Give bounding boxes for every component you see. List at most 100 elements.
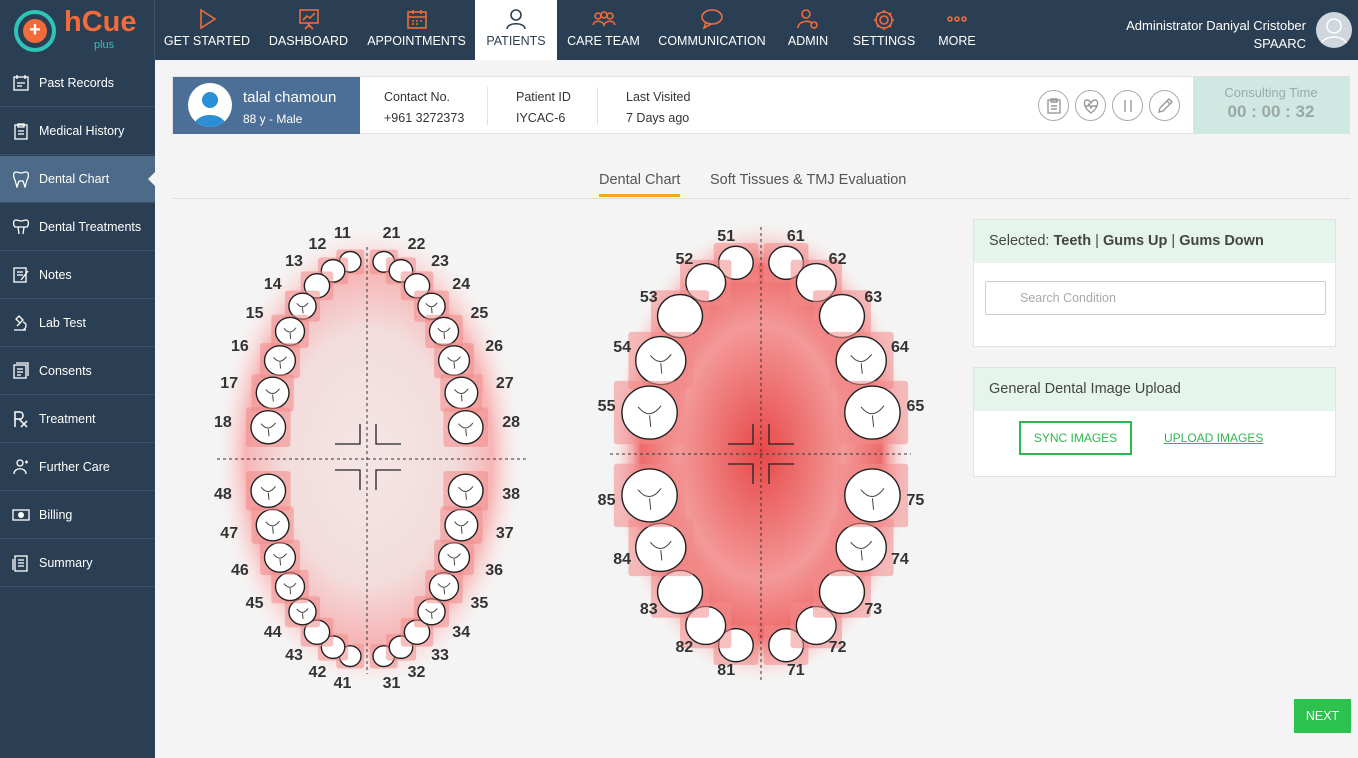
tooth-number-52[interactable]: 52 [676,251,694,269]
tooth-number-22[interactable]: 22 [408,236,426,254]
tooth-number-45[interactable]: 45 [246,595,264,613]
tooth-number-44[interactable]: 44 [264,624,282,642]
tooth-38[interactable] [447,473,484,509]
tooth-53[interactable] [656,293,704,339]
tooth-number-26[interactable]: 26 [485,338,503,356]
nav-get-started[interactable]: GET STARTED [157,0,257,60]
tooth-number-84[interactable]: 84 [613,551,631,569]
tooth-number-85[interactable]: 85 [598,492,616,510]
tooth-85[interactable] [621,468,678,523]
tooth-number-81[interactable]: 81 [717,662,735,680]
tooth-number-75[interactable]: 75 [907,492,925,510]
tooth-47[interactable] [255,508,290,542]
tooth-number-33[interactable]: 33 [431,647,449,665]
heart-rate-icon[interactable] [1075,90,1106,121]
tooth-48[interactable] [250,473,287,509]
tooth-number-48[interactable]: 48 [214,486,232,504]
tooth-number-32[interactable]: 32 [408,664,426,682]
tooth-35[interactable] [428,572,460,602]
tooth-number-62[interactable]: 62 [829,251,847,269]
tooth-number-42[interactable]: 42 [309,664,327,682]
clipboard-action-icon[interactable] [1038,90,1069,121]
tooth-number-24[interactable]: 24 [452,276,470,294]
nav-admin[interactable]: ADMIN [777,0,839,60]
tooth-number-34[interactable]: 34 [452,624,470,642]
tooth-number-51[interactable]: 51 [717,228,735,246]
tooth-73[interactable] [818,569,866,615]
nav-appointments[interactable]: APPOINTMENTS [360,0,473,60]
tooth-45[interactable] [274,572,306,602]
sidebar-item-lab-test[interactable]: Lab Test [0,300,155,347]
next-button[interactable]: NEXT [1294,699,1351,733]
tooth-number-71[interactable]: 71 [787,662,805,680]
sidebar-item-notes[interactable]: Notes [0,252,155,299]
tooth-number-31[interactable]: 31 [383,675,401,693]
tooth-number-47[interactable]: 47 [220,525,238,543]
tooth-number-55[interactable]: 55 [598,398,616,416]
nav-care-team[interactable]: CARE TEAM [560,0,647,60]
tooth-28[interactable] [447,409,484,445]
sidebar-item-dental-chart[interactable]: Dental Chart [0,156,155,203]
tab-soft-tissues-tmj[interactable]: Soft Tissues & TMJ Evaluation [710,172,906,194]
tooth-number-35[interactable]: 35 [471,595,489,613]
tooth-number-64[interactable]: 64 [891,339,909,357]
tooth-number-73[interactable]: 73 [864,601,882,619]
tooth-25[interactable] [428,316,460,346]
tooth-number-12[interactable]: 12 [309,236,327,254]
select-gums-down[interactable]: Gums Down [1179,233,1264,249]
tab-dental-chart[interactable]: Dental Chart [599,172,681,197]
user-info[interactable]: Administrator Daniyal Cristober SPAARC [1126,17,1306,53]
tooth-number-41[interactable]: 41 [334,675,352,693]
upload-images-link[interactable]: UPLOAD IMAGES [1164,431,1263,445]
nav-more[interactable]: MORE [929,0,985,60]
tooth-65[interactable] [844,385,901,440]
tooth-64[interactable] [835,335,887,386]
tooth-27[interactable] [444,376,479,410]
tooth-number-43[interactable]: 43 [285,647,303,665]
nav-settings[interactable]: SETTINGS [842,0,926,60]
tooth-number-83[interactable]: 83 [640,601,658,619]
tooth-number-18[interactable]: 18 [214,414,232,432]
tooth-number-37[interactable]: 37 [496,525,514,543]
patient-card[interactable]: talal chamoun 88 y - Male [173,77,360,134]
select-teeth[interactable]: Teeth [1054,233,1092,249]
select-gums-up[interactable]: Gums Up [1103,233,1167,249]
tooth-number-14[interactable]: 14 [264,276,282,294]
tooth-number-63[interactable]: 63 [864,289,882,307]
tooth-number-23[interactable]: 23 [431,253,449,271]
tooth-74[interactable] [835,522,887,573]
edit-icon[interactable] [1149,90,1180,121]
tooth-number-82[interactable]: 82 [676,639,694,657]
tooth-number-25[interactable]: 25 [471,305,489,323]
tooth-63[interactable] [818,293,866,339]
sidebar-item-billing[interactable]: Billing [0,492,155,539]
tooth-75[interactable] [844,468,901,523]
tooth-16[interactable] [263,345,297,377]
tooth-37[interactable] [444,508,479,542]
hcue-logo[interactable]: + hCue plus [0,0,155,60]
tooth-55[interactable] [621,385,678,440]
sidebar-item-treatment[interactable]: Treatment [0,396,155,443]
tooth-number-13[interactable]: 13 [285,253,303,271]
tooth-number-53[interactable]: 53 [640,289,658,307]
tooth-36[interactable] [437,541,471,573]
pause-icon[interactable] [1112,90,1143,121]
tooth-number-65[interactable]: 65 [907,398,925,416]
tooth-46[interactable] [263,541,297,573]
sidebar-item-consents[interactable]: Consents [0,348,155,395]
tooth-number-17[interactable]: 17 [220,375,238,393]
tooth-number-46[interactable]: 46 [231,562,249,580]
tooth-84[interactable] [635,522,687,573]
tooth-number-27[interactable]: 27 [496,375,514,393]
sidebar-item-dental-treatments[interactable]: Dental Treatments [0,204,155,251]
avatar[interactable] [1316,12,1352,48]
tooth-15[interactable] [274,316,306,346]
tooth-number-61[interactable]: 61 [787,228,805,246]
tooth-number-54[interactable]: 54 [613,339,631,357]
tooth-number-16[interactable]: 16 [231,338,249,356]
tooth-number-74[interactable]: 74 [891,551,909,569]
search-condition-input[interactable] [985,281,1326,315]
tooth-number-28[interactable]: 28 [502,414,520,432]
sidebar-item-past-records[interactable]: Past Records [0,60,155,107]
sidebar-item-further-care[interactable]: Further Care [0,444,155,491]
